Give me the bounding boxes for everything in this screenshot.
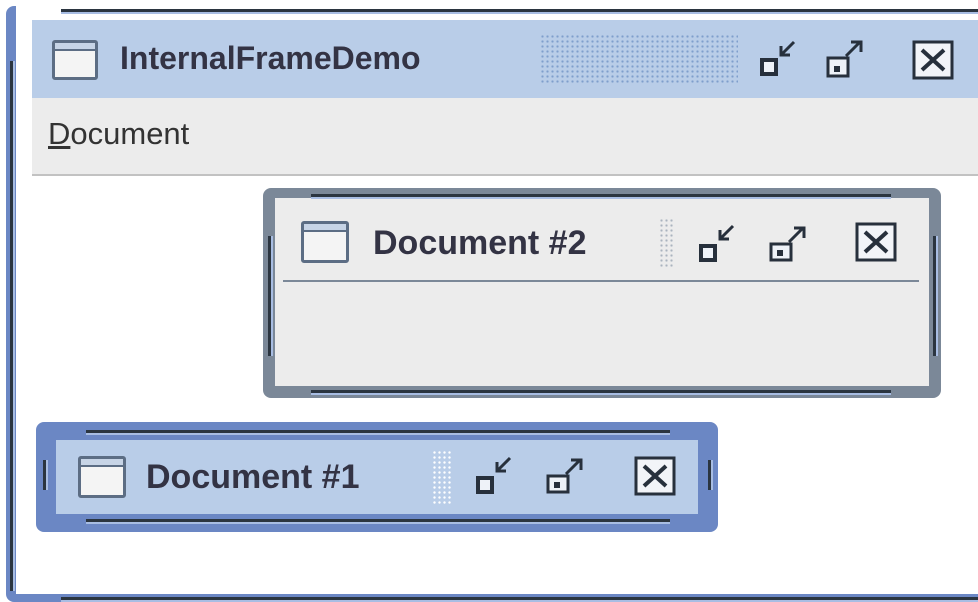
main-titlebar[interactable]: InternalFrameDemo	[32, 20, 978, 98]
titlebar-grip	[659, 218, 673, 268]
close-icon	[634, 456, 676, 496]
titlebar-grip	[432, 450, 452, 504]
close-button[interactable]	[630, 450, 680, 502]
window-title: InternalFrameDemo	[120, 40, 421, 76]
maximize-icon	[546, 458, 583, 494]
iconify-button[interactable]	[752, 34, 804, 86]
close-button[interactable]	[851, 216, 901, 266]
frame-border-left[interactable]	[43, 460, 48, 490]
maximize-icon	[826, 40, 863, 78]
titlebar-grip	[540, 34, 738, 84]
close-icon	[912, 40, 954, 80]
iconify-icon	[476, 456, 512, 494]
frame-border-bottom[interactable]	[61, 597, 978, 602]
frame-border-top[interactable]	[86, 430, 670, 435]
maximize-button[interactable]	[818, 34, 870, 86]
frame-border-bottom[interactable]	[311, 390, 891, 395]
close-button[interactable]	[908, 34, 960, 86]
frame-border-left[interactable]	[10, 61, 15, 591]
frame-border-right[interactable]	[708, 460, 713, 490]
menu-document-mnemonic: D	[48, 116, 71, 151]
close-icon	[855, 222, 897, 262]
frame-title: Document #2	[373, 224, 587, 262]
frame-border-bottom[interactable]	[86, 519, 670, 524]
internal-frame-document-1: Document #1	[36, 422, 718, 532]
document-1-titlebar[interactable]: Document #1	[56, 440, 698, 514]
maximize-button[interactable]	[763, 218, 813, 268]
menu-document[interactable]: Document	[48, 116, 189, 152]
iconify-icon	[699, 224, 735, 262]
window-icon[interactable]	[78, 456, 126, 498]
frame-border-right[interactable]	[933, 236, 938, 356]
maximize-icon	[769, 226, 806, 262]
frame-border-top[interactable]	[311, 194, 891, 199]
document-2-titlebar[interactable]: Document #2	[283, 204, 919, 282]
iconify-button[interactable]	[470, 450, 520, 502]
frame-title: Document #1	[146, 458, 360, 496]
iconify-icon	[760, 40, 796, 76]
iconify-button[interactable]	[693, 218, 743, 268]
frame-border-left[interactable]	[268, 236, 273, 356]
internal-frame-document-2: Document #2	[263, 188, 941, 398]
frame-border-top[interactable]	[61, 9, 978, 14]
window-icon[interactable]	[301, 221, 349, 263]
menu-bar: Document	[32, 98, 978, 176]
menu-document-label: ocument	[70, 116, 190, 151]
maximize-button[interactable]	[540, 450, 590, 502]
window-icon[interactable]	[52, 40, 98, 80]
